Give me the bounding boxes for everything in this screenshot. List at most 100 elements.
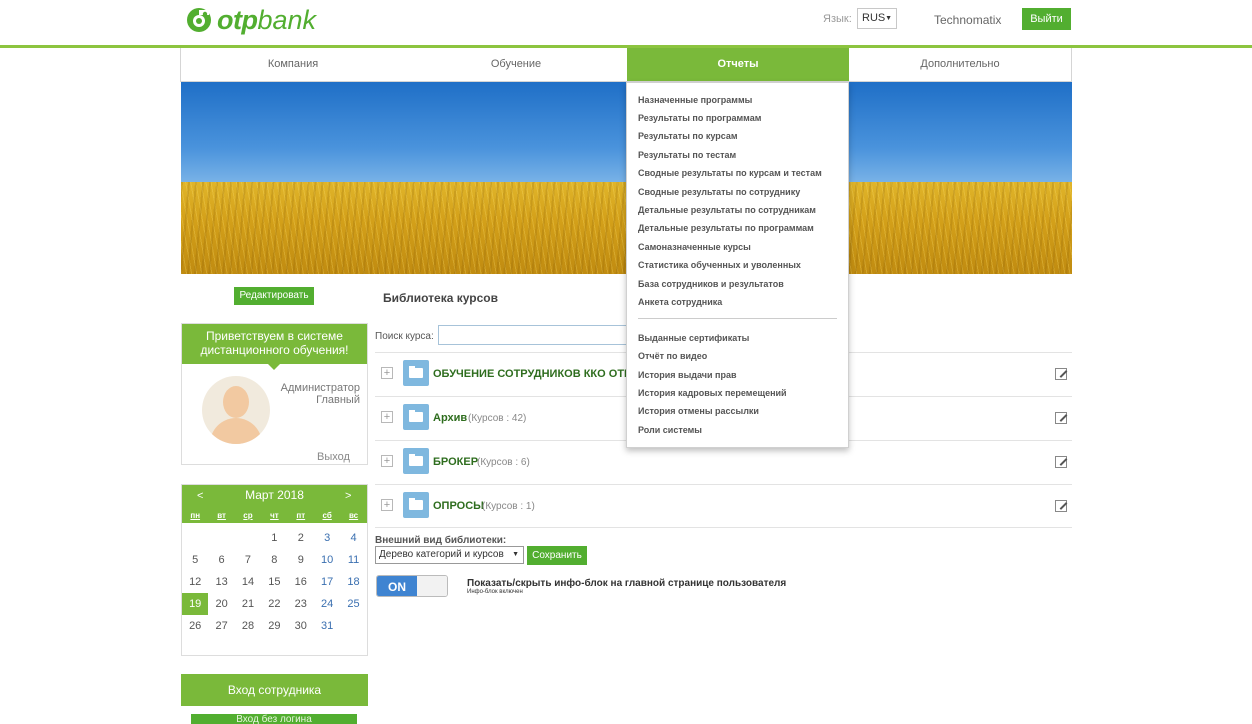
calendar-day[interactable]: 3 bbox=[314, 527, 340, 549]
calendar-empty-cell bbox=[340, 615, 366, 637]
welcome-panel: Приветствуем в системе дистанционного об… bbox=[181, 323, 368, 465]
nav-item-learning[interactable]: Обучение bbox=[405, 48, 627, 81]
nav-item-company[interactable]: Компания bbox=[181, 48, 405, 81]
avatar-body bbox=[210, 418, 262, 444]
calendar-day[interactable]: 15 bbox=[261, 571, 287, 593]
language-value: RUS bbox=[862, 12, 886, 24]
calendar-day[interactable]: 12 bbox=[182, 571, 208, 593]
employee-login-button[interactable]: Вход без логина bbox=[191, 714, 357, 724]
calendar-grid: 1 2 3 4 5 6 7 8 9 10 11 12 13 14 15 16 17 18 19 20 21 22 23 24 2… bbox=[182, 527, 367, 637]
toggle-title: Показать/скрыть инфо-блок на главной стр… bbox=[467, 578, 787, 589]
menu-item-detailed-employees[interactable]: Детальные результаты по сотрудникам bbox=[638, 205, 816, 215]
expand-icon[interactable]: + bbox=[381, 367, 393, 379]
calendar-day[interactable]: 8 bbox=[261, 549, 287, 571]
calendar-day[interactable]: 20 bbox=[208, 593, 234, 615]
menu-item-assigned-programs[interactable]: Назначенные программы bbox=[638, 95, 752, 105]
category-name[interactable]: ОПРОСЫ bbox=[433, 500, 484, 512]
otp-bank-logo[interactable]: otp bank bbox=[186, 4, 316, 36]
weekday: ср bbox=[243, 511, 253, 520]
calendar-day[interactable]: 9 bbox=[288, 549, 314, 571]
category-name[interactable]: Архив bbox=[433, 412, 467, 424]
edit-button[interactable]: Редактировать bbox=[234, 287, 314, 305]
expand-icon[interactable]: + bbox=[381, 499, 393, 511]
library-view-select[interactable]: Дерево категорий и курсов ▼ bbox=[375, 546, 524, 564]
calendar-day[interactable]: 27 bbox=[208, 615, 234, 637]
edit-icon[interactable] bbox=[1055, 412, 1067, 424]
category-name[interactable]: ОБУЧЕНИЕ СОТРУДНИКОВ ККО ОТР Ва bbox=[433, 368, 649, 380]
weekday: чт bbox=[270, 511, 279, 520]
course-search-input[interactable] bbox=[438, 325, 628, 345]
calendar-next-button[interactable]: > bbox=[345, 490, 351, 502]
calendar-day[interactable]: 28 bbox=[235, 615, 261, 637]
info-block-toggle[interactable]: ON bbox=[376, 575, 448, 597]
menu-item-program-results[interactable]: Результаты по программам bbox=[638, 113, 761, 123]
calendar-day[interactable]: 2 bbox=[288, 527, 314, 549]
weekday: пт bbox=[296, 511, 306, 520]
language-label: Язык: bbox=[823, 13, 852, 25]
calendar-day[interactable]: 29 bbox=[261, 615, 287, 637]
menu-item-summary-employee[interactable]: Сводные результаты по сотруднику bbox=[638, 187, 800, 197]
calendar-day[interactable]: 16 bbox=[288, 571, 314, 593]
calendar-day[interactable]: 31 bbox=[314, 615, 340, 637]
edit-icon[interactable] bbox=[1055, 456, 1067, 468]
calendar-day[interactable]: 18 bbox=[340, 571, 366, 593]
calendar-day[interactable]: 10 bbox=[314, 549, 340, 571]
main-nav: Компания Обучение Отчеты Дополнительно bbox=[180, 48, 1072, 82]
category-count: (Курсов : 42) bbox=[468, 413, 527, 424]
calendar-day[interactable]: 4 bbox=[340, 527, 366, 549]
edit-icon[interactable] bbox=[1055, 500, 1067, 512]
calendar-week-row: 5 6 7 8 9 10 11 bbox=[182, 549, 367, 571]
edit-icon[interactable] bbox=[1055, 368, 1067, 380]
calendar-day[interactable]: 19 bbox=[182, 593, 209, 615]
calendar-day[interactable]: 6 bbox=[208, 549, 234, 571]
menu-item-test-results[interactable]: Результаты по тестам bbox=[638, 150, 736, 160]
calendar-day[interactable]: 21 bbox=[235, 593, 261, 615]
calendar-day[interactable]: 13 bbox=[208, 571, 234, 593]
menu-item-video-report[interactable]: Отчёт по видео bbox=[638, 351, 707, 361]
calendar-day[interactable]: 26 bbox=[182, 615, 208, 637]
calendar-day[interactable]: 11 bbox=[340, 549, 366, 571]
calendar-day[interactable]: 14 bbox=[235, 571, 261, 593]
exit-link[interactable]: Выход bbox=[317, 451, 350, 463]
menu-item-employee-questionnaire[interactable]: Анкета сотрудника bbox=[638, 297, 722, 307]
menu-item-rights-history[interactable]: История выдачи прав bbox=[638, 370, 737, 380]
calendar-day[interactable]: 23 bbox=[288, 593, 314, 615]
category-name[interactable]: БРОКЕР bbox=[433, 456, 478, 468]
folder-icon bbox=[403, 360, 429, 386]
calendar-day[interactable]: 17 bbox=[314, 571, 340, 593]
menu-item-course-results[interactable]: Результаты по курсам bbox=[638, 131, 738, 141]
logout-button[interactable]: Выйти bbox=[1022, 8, 1071, 30]
menu-item-trained-fired-stats[interactable]: Статистика обученных и уволенных bbox=[638, 260, 801, 270]
calendar-day[interactable]: 5 bbox=[182, 549, 208, 571]
menu-item-employees-results-db[interactable]: База сотрудников и результатов bbox=[638, 279, 784, 289]
library-view-value: Дерево категорий и курсов bbox=[379, 549, 504, 560]
menu-item-hr-moves-history[interactable]: История кадровых перемещений bbox=[638, 388, 787, 398]
logo-text-bank: bank bbox=[257, 4, 317, 35]
menu-item-issued-certificates[interactable]: Выданные сертификаты bbox=[638, 333, 749, 343]
menu-item-detailed-programs[interactable]: Детальные результаты по программам bbox=[638, 223, 814, 233]
calendar-header: < Март 2018 > пн вт ср чт пт сб вс bbox=[182, 485, 367, 523]
nav-item-reports[interactable]: Отчеты bbox=[627, 48, 849, 81]
calendar-day[interactable]: 1 bbox=[261, 527, 287, 549]
toggle-on-label: ON bbox=[377, 576, 417, 596]
library-row: + ОПРОСЫ (Курсов : 1) bbox=[375, 484, 1072, 528]
calendar-day[interactable]: 25 bbox=[340, 593, 366, 615]
user-name[interactable]: Technomatix bbox=[934, 13, 1001, 27]
role-line-1: Администратор bbox=[280, 382, 360, 394]
calendar-day[interactable]: 24 bbox=[314, 593, 340, 615]
menu-item-unsubscribe-history[interactable]: История отмены рассылки bbox=[638, 406, 759, 416]
calendar-day[interactable]: 7 bbox=[235, 549, 261, 571]
menu-item-self-assigned-courses[interactable]: Самоназначенные курсы bbox=[638, 242, 751, 252]
expand-icon[interactable]: + bbox=[381, 411, 393, 423]
folder-icon-body bbox=[409, 500, 423, 510]
menu-item-summary-courses-tests[interactable]: Сводные результаты по курсам и тестам bbox=[638, 168, 822, 178]
save-button[interactable]: Сохранить bbox=[527, 546, 587, 565]
expand-icon[interactable]: + bbox=[381, 455, 393, 467]
welcome-line-1: Приветствуем в системе bbox=[206, 329, 343, 343]
calendar-day[interactable]: 22 bbox=[261, 593, 287, 615]
nav-item-additional[interactable]: Дополнительно bbox=[849, 48, 1071, 81]
category-count: (Курсов : 1) bbox=[482, 501, 535, 512]
language-select[interactable]: RUS ▼ bbox=[857, 8, 897, 29]
menu-item-system-roles[interactable]: Роли системы bbox=[638, 425, 702, 435]
calendar-day[interactable]: 30 bbox=[288, 615, 314, 637]
